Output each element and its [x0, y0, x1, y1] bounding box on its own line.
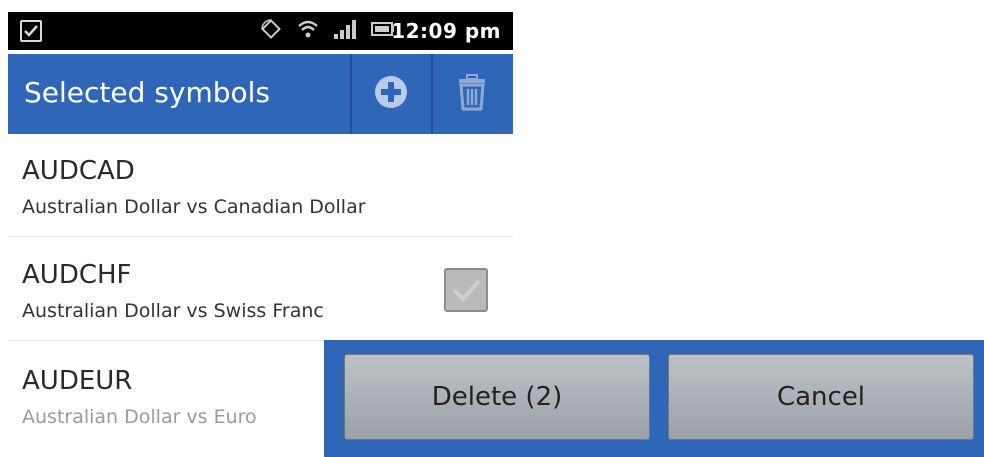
status-bar: 12:09 pm	[8, 12, 513, 50]
page-title: Selected symbols	[24, 76, 270, 109]
add-circle-icon	[373, 74, 409, 115]
list-item[interactable]: AUDCAD Australian Dollar vs Canadian Dol…	[8, 134, 513, 237]
delete-button[interactable]: Delete (2)	[344, 354, 650, 440]
symbol-code: AUDCHF	[22, 260, 132, 290]
symbol-code: AUDEUR	[22, 366, 133, 396]
signal-icon	[333, 18, 357, 45]
list-item[interactable]: AUDCHF Australian Dollar vs Swiss Franc	[8, 238, 513, 341]
trash-icon	[455, 73, 489, 116]
check-icon	[452, 279, 481, 302]
screen: 12:09 pm Selected symbols AUDCAD Austral…	[0, 0, 984, 457]
symbol-description: Australian Dollar vs Canadian Dollar	[22, 196, 366, 218]
status-time: 12:09 pm	[391, 19, 501, 43]
symbol-code: AUDCAD	[22, 156, 135, 186]
symbol-description: Australian Dollar vs Euro	[22, 406, 257, 428]
dialog-button-bar: Delete (2) Cancel	[324, 340, 984, 457]
action-bar: Selected symbols	[8, 54, 513, 134]
symbol-description: Australian Dollar vs Swiss Franc	[22, 300, 324, 322]
add-symbol-button[interactable]	[352, 54, 430, 134]
notification-check-icon	[20, 20, 42, 42]
wifi-icon	[297, 18, 319, 45]
cancel-button[interactable]: Cancel	[668, 354, 974, 440]
rotate-icon	[259, 17, 283, 46]
select-checkbox[interactable]	[444, 268, 488, 312]
delete-symbols-button[interactable]	[433, 54, 511, 134]
